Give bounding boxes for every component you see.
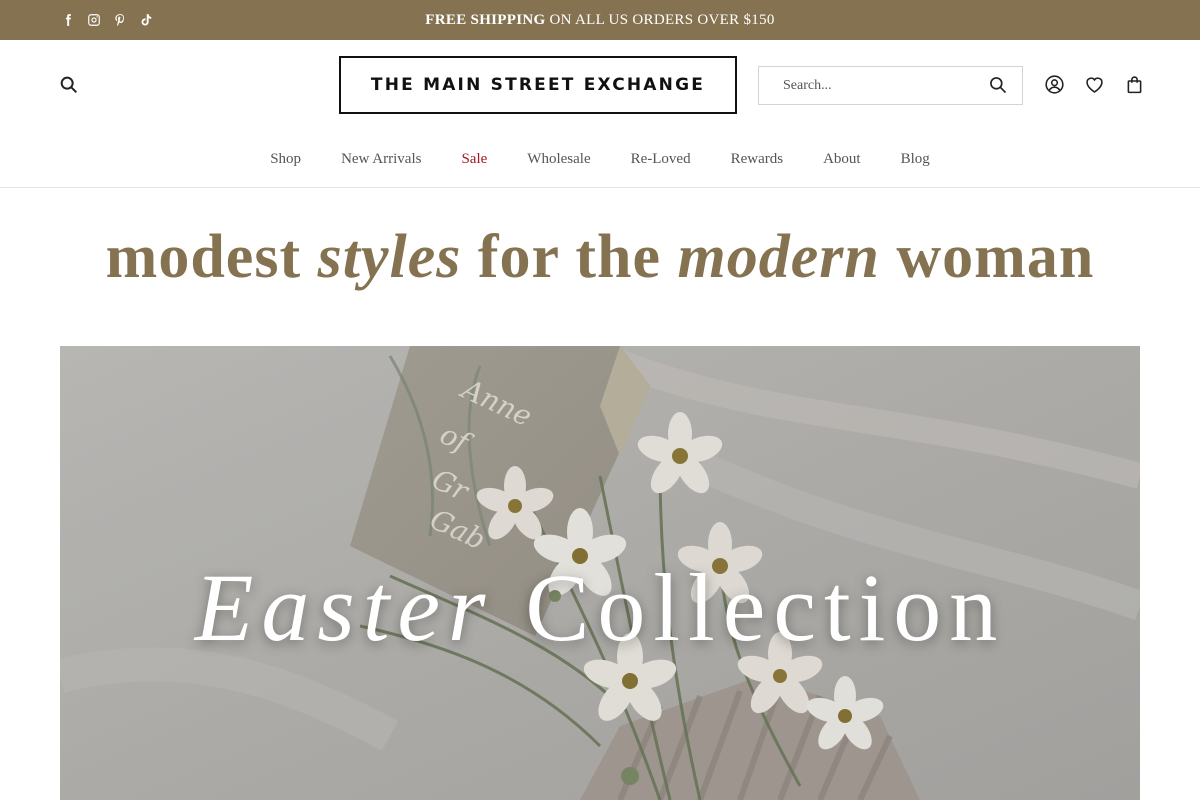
announcement-bar: FREE SHIPPING ON ALL US ORDERS OVER $150 xyxy=(0,0,1200,40)
header-icons xyxy=(1043,73,1145,95)
nav-divider xyxy=(0,187,1200,188)
hero-title-rest: Collection xyxy=(493,554,1006,661)
nav-rewards[interactable]: Rewards xyxy=(731,140,784,178)
logo-text: THE MAIN STREET EXCHANGE xyxy=(370,75,706,95)
nav-about[interactable]: About xyxy=(823,140,861,178)
nav-blog[interactable]: Blog xyxy=(901,140,930,178)
announcement-text: FREE SHIPPING ON ALL US ORDERS OVER $150 xyxy=(0,0,1200,40)
tagline-part: woman xyxy=(879,223,1095,291)
nav-new-arrivals[interactable]: New Arrivals xyxy=(341,140,421,178)
wishlist-heart-icon[interactable] xyxy=(1083,73,1105,95)
announcement-bold: FREE SHIPPING xyxy=(425,12,546,28)
tagline-italic-modern: modern xyxy=(677,223,880,291)
tagline-part: for the xyxy=(461,223,678,291)
main-nav: Shop New Arrivals Sale Wholesale Re-Love… xyxy=(0,140,1200,178)
search-icon[interactable] xyxy=(58,74,80,96)
nav-re-loved[interactable]: Re-Loved xyxy=(631,140,691,178)
tagline-italic-styles: styles xyxy=(317,223,462,291)
tagline-heading: modest styles for the modern woman xyxy=(0,222,1200,293)
nav-sale[interactable]: Sale xyxy=(461,140,487,178)
tagline-part: modest xyxy=(105,223,318,291)
cart-bag-icon[interactable] xyxy=(1123,73,1145,95)
search-submit-icon[interactable] xyxy=(988,75,1010,97)
nav-wholesale[interactable]: Wholesale xyxy=(527,140,590,178)
nav-shop[interactable]: Shop xyxy=(270,140,301,178)
site-logo[interactable]: THE MAIN STREET EXCHANGE xyxy=(339,56,737,114)
account-icon[interactable] xyxy=(1043,73,1065,95)
announcement-rest: ON ALL US ORDERS OVER $150 xyxy=(545,12,775,28)
hero-title-italic: Easter xyxy=(194,554,494,661)
search-box xyxy=(758,66,1023,105)
search-input[interactable] xyxy=(759,67,969,104)
hero-title[interactable]: Easter Collection xyxy=(0,552,1200,663)
